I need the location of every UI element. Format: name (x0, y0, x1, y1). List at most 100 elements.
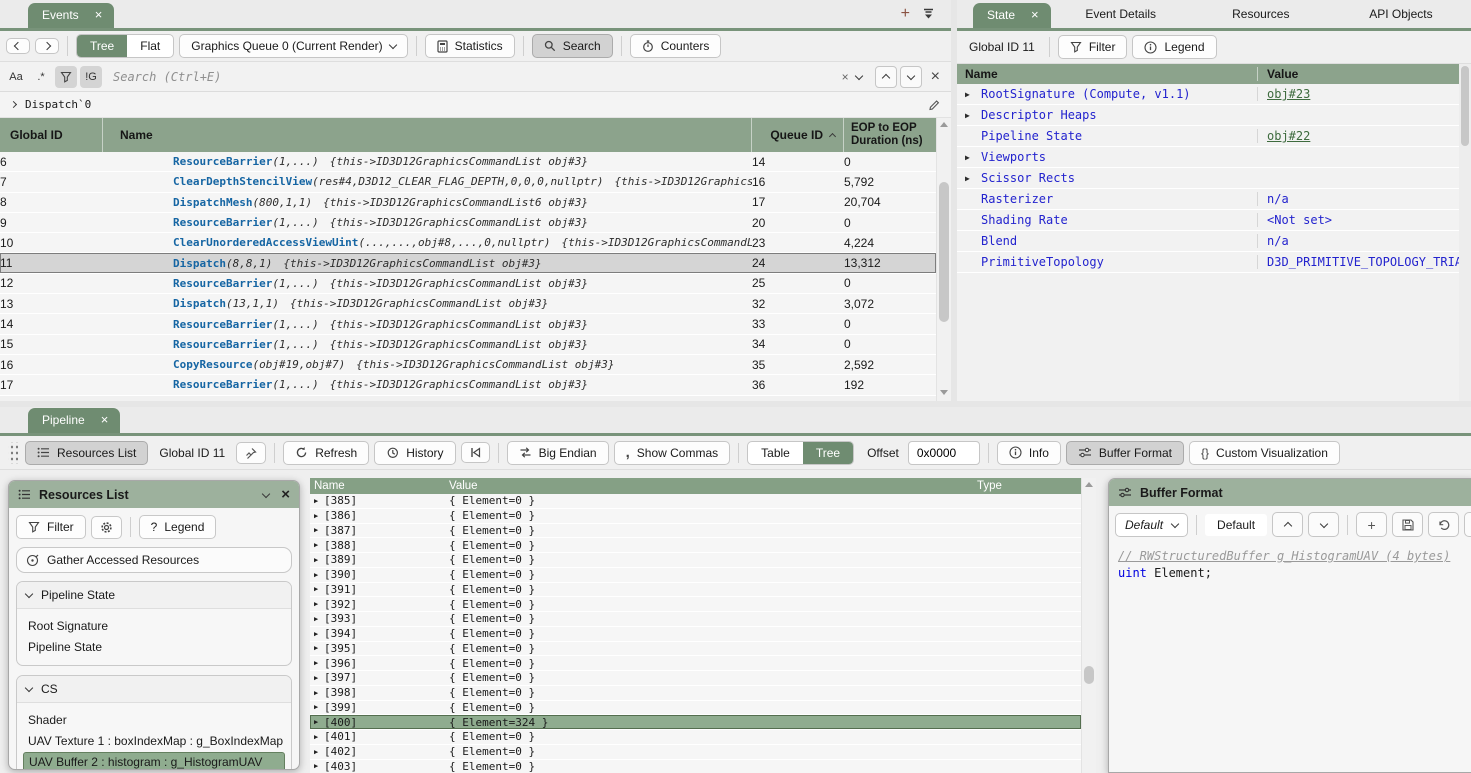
event-row[interactable]: 15ResourceBarrier(1,...){this->ID3D12Gra… (0, 335, 936, 355)
table-tree-toggle[interactable]: Table Tree (747, 441, 854, 465)
expander-icon[interactable]: ▶ (314, 718, 324, 726)
scroll-up-icon[interactable] (1085, 482, 1093, 487)
pin-button[interactable] (236, 442, 266, 464)
buffer-row[interactable]: ▶[392]{ Element=0 } (310, 597, 1081, 612)
clear-filter-icon[interactable]: × (838, 70, 853, 84)
flat-segment[interactable]: Flat (127, 35, 173, 57)
event-row[interactable]: 8DispatchMesh(800,1,1){this->ID3D12Graph… (0, 193, 936, 213)
expander-icon[interactable]: ▶ (314, 689, 324, 697)
expander-icon[interactable]: ▶ (314, 526, 324, 534)
add-format-button[interactable]: + (1356, 512, 1387, 537)
gather-accessed-resources-button[interactable]: Gather Accessed Resources (16, 547, 292, 573)
buffer-row[interactable]: ▶[400]{ Element=324 } (310, 715, 1081, 730)
event-row[interactable]: 17ResourceBarrier(1,...){this->ID3D12Gra… (0, 375, 936, 395)
event-row[interactable]: 6ResourceBarrier(1,...){this->ID3D12Grap… (0, 152, 936, 172)
state-row[interactable]: ▶PrimitiveTopologyD3D_PRIMITIVE_TOPOLOGY… (957, 252, 1459, 273)
resources-filter-button[interactable]: Filter (16, 515, 86, 539)
events-scrollbar[interactable] (936, 118, 951, 401)
event-row[interactable]: 9ResourceBarrier(1,...){this->ID3D12Grap… (0, 213, 936, 233)
event-row[interactable]: 16CopyResource(obj#19,obj#7){this->ID3D1… (0, 355, 936, 375)
resource-group-header[interactable]: CS (17, 676, 291, 703)
expander-icon[interactable]: ▶ (314, 748, 324, 756)
format-preset-dropdown[interactable]: Default (1115, 513, 1188, 537)
prev-match-button[interactable] (875, 66, 897, 88)
queue-dropdown[interactable]: Graphics Queue 0 (Current Render) (179, 34, 407, 58)
tab-pipeline[interactable]: Pipeline × (28, 408, 120, 433)
history-button[interactable]: History (374, 441, 455, 465)
drag-grip-icon[interactable] (8, 442, 18, 464)
filter-dropdown-icon[interactable] (854, 71, 862, 79)
resources-list-header[interactable]: Resources List × (9, 481, 299, 508)
column-header-duration[interactable]: EOP to EOP Duration (ns) (844, 118, 936, 152)
buffer-row[interactable]: ▶[402]{ Element=0 } (310, 745, 1081, 760)
tree-flat-toggle[interactable]: Tree Flat (76, 34, 174, 58)
state-row[interactable]: ▶RootSignature (Compute, v1.1)obj#23 (957, 84, 1459, 105)
close-icon[interactable]: × (1031, 10, 1039, 20)
expander-icon[interactable]: ▶ (314, 644, 324, 652)
buffer-row[interactable]: ▶[395]{ Element=0 } (310, 642, 1081, 657)
tab-state[interactable]: State × (973, 3, 1051, 28)
resource-item[interactable]: Shader (23, 710, 285, 730)
events-scrollbar-thumb[interactable] (939, 182, 949, 322)
buffer-format-button[interactable]: Buffer Format (1066, 441, 1184, 465)
buffer-format-code[interactable]: // RWStructuredBuffer g_HistogramUAV (4 … (1109, 542, 1471, 588)
expander-icon[interactable]: ▶ (965, 174, 981, 183)
buffer-scrollbar-thumb[interactable] (1084, 666, 1094, 684)
state-scrollbar-thumb[interactable] (1461, 66, 1469, 146)
statistics-button[interactable]: Statistics (425, 34, 515, 58)
save-format-button[interactable] (1392, 512, 1423, 537)
buffer-row[interactable]: ▶[393]{ Element=0 } (310, 612, 1081, 627)
column-header-global-id[interactable]: Global ID (0, 118, 103, 152)
resource-item[interactable]: Root Signature (23, 616, 285, 636)
scroll-up-icon[interactable] (940, 122, 948, 127)
event-row[interactable]: 14ResourceBarrier(1,...){this->ID3D12Gra… (0, 314, 936, 334)
state-filter-button[interactable]: Filter (1058, 35, 1128, 59)
expander-icon[interactable]: ▶ (314, 762, 324, 770)
offset-input[interactable] (908, 441, 980, 465)
buffer-row[interactable]: ▶[390]{ Element=0 } (310, 568, 1081, 583)
expander-icon[interactable]: ▶ (965, 153, 981, 162)
custom-visualization-button[interactable]: {} Custom Visualization (1189, 441, 1340, 465)
event-row[interactable]: 12ResourceBarrier(1,...){this->ID3D12Gra… (0, 274, 936, 294)
buffer-row[interactable]: ▶[388]{ Element=0 } (310, 538, 1081, 553)
column-header-name[interactable]: Name (103, 118, 752, 152)
revert-button[interactable] (1428, 512, 1459, 537)
move-down-button[interactable] (1308, 512, 1339, 537)
resource-item[interactable]: Pipeline State (23, 637, 285, 657)
new-tab-icon[interactable]: + (901, 8, 910, 20)
breadcrumb[interactable]: Dispatch`0 (25, 98, 91, 111)
state-row[interactable]: ▶Blendn/a (957, 231, 1459, 252)
state-row[interactable]: ▶Scissor Rects (957, 168, 1459, 189)
buffer-row[interactable]: ▶[386]{ Element=0 } (310, 509, 1081, 524)
state-row[interactable]: ▶Descriptor Heaps (957, 105, 1459, 126)
event-row[interactable]: 13Dispatch(13,1,1){this->ID3D12GraphicsC… (0, 294, 936, 314)
search-button[interactable]: Search (532, 34, 613, 58)
forward-button[interactable] (35, 38, 59, 54)
big-endian-button[interactable]: Big Endian (507, 441, 609, 465)
event-row[interactable]: 7ClearDepthStencilView(res#4,D3D12_CLEAR… (0, 172, 936, 192)
resources-settings-button[interactable] (91, 516, 122, 539)
buffer-row[interactable]: ▶[394]{ Element=0 } (310, 627, 1081, 642)
state-row[interactable]: ▶Shading Rate<Not set> (957, 210, 1459, 231)
resource-item[interactable]: UAV Texture 1 : boxIndexMap : g_BoxIndex… (23, 731, 285, 751)
breadcrumb-chevron-icon[interactable] (10, 101, 17, 108)
tab-event-details[interactable]: Event Details (1051, 0, 1191, 28)
collapse-panel-icon[interactable] (262, 489, 270, 497)
expander-icon[interactable]: ▶ (314, 600, 324, 608)
refresh-button[interactable]: Refresh (283, 441, 369, 465)
column-header-value[interactable]: Value (445, 480, 973, 492)
event-search-input[interactable] (105, 70, 835, 84)
expander-icon[interactable]: ▶ (314, 497, 324, 505)
column-header-name[interactable]: Name (957, 67, 1257, 81)
column-header-type[interactable]: Type (973, 480, 1081, 492)
skip-to-start-button[interactable] (461, 442, 490, 463)
column-header-value[interactable]: Value (1257, 67, 1459, 81)
object-link[interactable]: obj#23 (1267, 87, 1310, 101)
expander-icon[interactable]: ▶ (314, 674, 324, 682)
buffer-row[interactable]: ▶[403]{ Element=0 } (310, 760, 1081, 773)
resources-list-button[interactable]: Resources List (25, 441, 148, 465)
show-commas-button[interactable]: , Show Commas (614, 441, 731, 465)
state-scrollbar[interactable] (1459, 64, 1471, 401)
state-row[interactable]: ▶Viewports (957, 147, 1459, 168)
buffer-row[interactable]: ▶[399]{ Element=0 } (310, 701, 1081, 716)
